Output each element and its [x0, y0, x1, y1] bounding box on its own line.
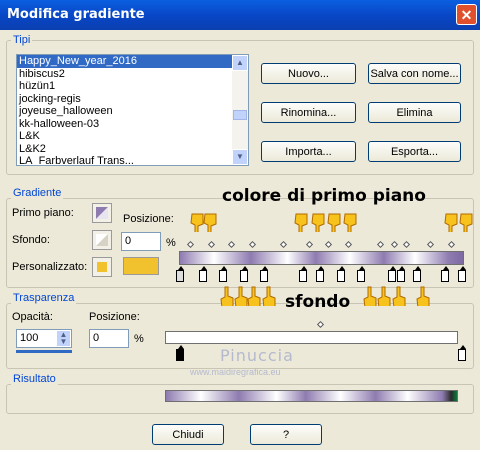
list-item[interactable]: jocking-regis — [17, 93, 248, 106]
transparency-stop-right[interactable] — [458, 345, 466, 361]
custom-label: Personalizzato: — [12, 261, 88, 273]
color-stop[interactable] — [199, 266, 207, 282]
pointing-hand-icon — [392, 286, 406, 306]
list-item[interactable]: Happy_New_year_2016 — [17, 55, 248, 68]
color-stop[interactable] — [176, 266, 184, 282]
help-button[interactable]: ? — [250, 424, 322, 445]
scroll-down-icon[interactable]: ▼ — [232, 149, 248, 165]
pointing-hand-icon — [327, 213, 341, 232]
pointing-hand-icon — [343, 213, 357, 232]
list-scrollbar[interactable]: ▲ ▼ — [232, 55, 248, 165]
list-item[interactable]: kk-halloween-03 — [17, 118, 248, 131]
result-preview — [165, 390, 458, 402]
gradient-list[interactable]: Happy_New_year_2016 hibiscus2 hüzün1 jockin… — [16, 54, 249, 166]
pointing-hand-icon — [459, 213, 473, 232]
list-item[interactable]: L&K — [17, 130, 248, 143]
custom-swatch-button[interactable] — [92, 257, 112, 277]
export-button[interactable]: Esporta... — [368, 141, 461, 162]
close-window-button[interactable]: ✕ — [456, 4, 477, 25]
save-as-button[interactable]: Salva con nome... — [368, 63, 461, 84]
color-stop[interactable] — [397, 266, 405, 282]
pointing-hand-icon — [203, 213, 217, 232]
color-stop[interactable] — [413, 266, 421, 282]
trasparenza-group-label: Trasparenza — [11, 292, 77, 304]
foreground-label: Primo piano: — [12, 207, 74, 219]
foreground-swatch-icon — [96, 207, 108, 219]
close-button[interactable]: Chiudi — [152, 424, 224, 445]
opacity-slider[interactable] — [16, 350, 72, 353]
color-stop[interactable] — [260, 266, 268, 282]
color-stop[interactable] — [299, 266, 307, 282]
list-item[interactable]: hüzün1 — [17, 80, 248, 93]
opacity-spinner-icon[interactable]: ▲ ▼ — [57, 331, 70, 346]
color-stop[interactable] — [441, 266, 449, 282]
color-stop[interactable] — [316, 266, 324, 282]
gradient-editor-dialog: Modifica gradiente ✕ Tipi Happy_New_year… — [0, 0, 480, 450]
opacity-label: Opacità: — [12, 311, 53, 323]
new-button[interactable]: Nuovo... — [261, 63, 356, 84]
title-bar: Modifica gradiente ✕ — [0, 0, 480, 30]
tipi-group-label: Tipi — [11, 34, 33, 46]
import-button[interactable]: Importa... — [261, 141, 356, 162]
color-stop[interactable] — [240, 266, 248, 282]
list-item[interactable]: L&K2 — [17, 143, 248, 156]
opacity-value: 100 — [20, 332, 39, 344]
color-stop[interactable] — [458, 266, 466, 282]
background-annotation: sfondo — [285, 292, 351, 312]
color-stop[interactable] — [357, 266, 365, 282]
color-stop[interactable] — [388, 266, 396, 282]
transparency-position-label: Posizione: — [89, 311, 140, 323]
list-item[interactable]: LA_Farbverlauf Trans... — [17, 155, 248, 165]
foreground-swatch-button[interactable] — [92, 203, 112, 223]
transparency-bar[interactable] — [165, 331, 458, 344]
gradient-list-items: Happy_New_year_2016 hibiscus2 hüzün1 jockin… — [17, 55, 248, 165]
pointing-hand-icon — [377, 286, 391, 306]
color-stop[interactable] — [337, 266, 345, 282]
background-swatch-icon — [96, 234, 108, 246]
list-item[interactable]: joyeuse_halloween — [17, 105, 248, 118]
pointing-hand-icon — [363, 286, 377, 306]
pointing-hand-icon — [311, 213, 325, 232]
rename-button[interactable]: Rinomina... — [261, 102, 356, 123]
transparency-stop-left[interactable] — [176, 345, 184, 361]
color-stop[interactable] — [219, 266, 227, 282]
pointing-hand-icon — [444, 213, 458, 232]
pointing-hand-icon — [247, 286, 261, 306]
risultato-group-label: Risultato — [11, 373, 58, 385]
transparency-position-input[interactable]: 0 — [89, 329, 129, 348]
gradient-position-label: Posizione: — [123, 213, 174, 225]
gradient-percent-label: % — [166, 237, 176, 249]
transparency-percent-label: % — [134, 333, 144, 345]
pointing-hand-icon — [294, 213, 308, 232]
pointing-hand-icon — [416, 286, 430, 306]
pointing-hand-icon — [262, 286, 276, 306]
gradient-position-input[interactable]: 0 — [121, 232, 161, 251]
custom-swatch-icon — [97, 262, 107, 272]
list-item[interactable]: hibiscus2 — [17, 68, 248, 81]
background-swatch-button[interactable] — [92, 230, 112, 250]
scroll-thumb[interactable] — [233, 110, 247, 120]
pointing-hand-icon — [220, 286, 234, 306]
custom-color-preview[interactable] — [123, 257, 159, 275]
watermark-url: www.maidiregrafica.eu — [190, 367, 281, 377]
gradiente-group-label: Gradiente — [11, 187, 64, 199]
window-title: Modifica gradiente — [7, 7, 145, 22]
delete-button[interactable]: Elimina — [368, 102, 461, 123]
foreground-annotation: colore di primo piano — [222, 186, 426, 206]
opacity-input[interactable]: 100 ▲ ▼ — [16, 329, 72, 348]
gradient-bar[interactable] — [179, 251, 464, 265]
background-label: Sfondo: — [12, 234, 50, 246]
watermark-name: Pinuccia — [220, 346, 294, 365]
scroll-up-icon[interactable]: ▲ — [232, 55, 248, 71]
